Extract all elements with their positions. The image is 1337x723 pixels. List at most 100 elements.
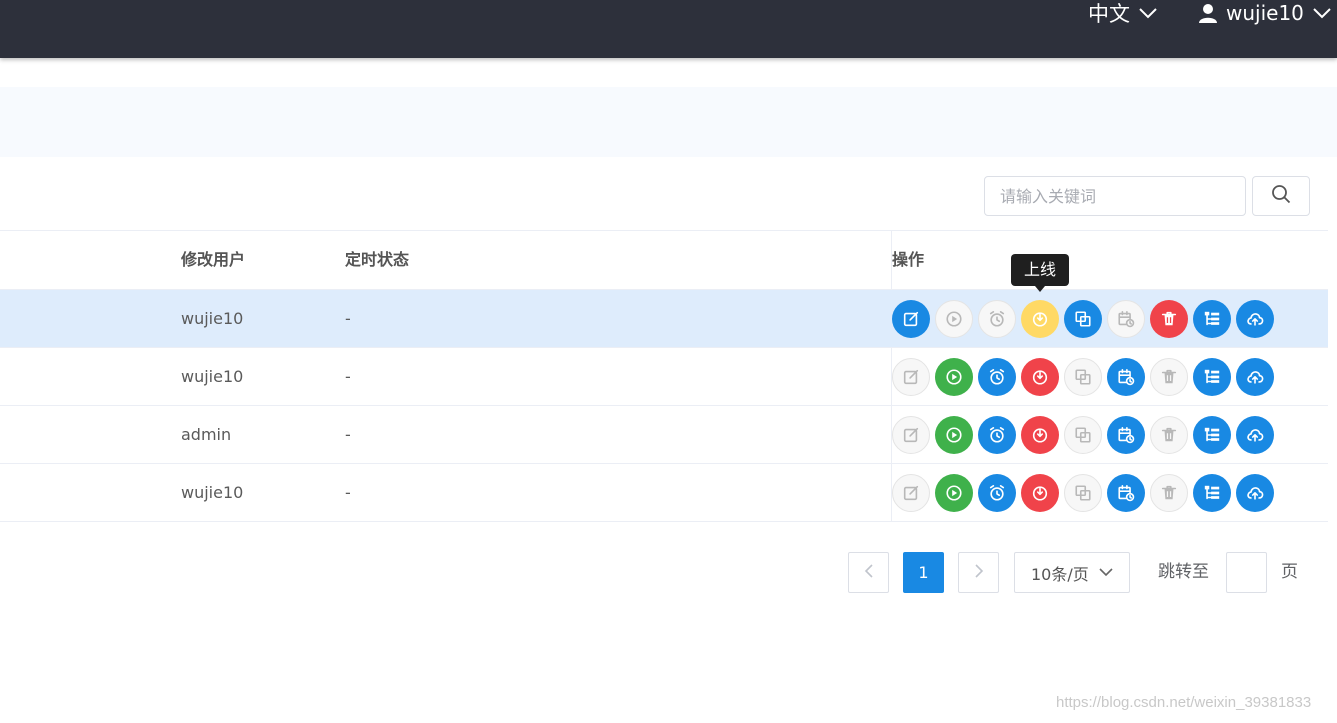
data-table: 修改用户 定时状态 操作 wujie10- wujie10- admin - wujie…	[0, 230, 1328, 522]
play-button[interactable]	[935, 299, 973, 338]
column-header-schedule: 定时状态	[345, 250, 410, 269]
power-icon	[1031, 368, 1049, 386]
cloud-upload-button[interactable]	[1236, 473, 1274, 512]
alarm-button[interactable]	[978, 473, 1016, 512]
row-actions	[892, 464, 1279, 521]
alarm-button[interactable]	[978, 357, 1016, 396]
copy-icon	[1074, 368, 1092, 386]
tree-icon	[1203, 310, 1221, 328]
user-menu[interactable]: wujie10	[1198, 0, 1332, 26]
tree-button[interactable]	[1193, 415, 1231, 454]
cell-user: wujie10	[181, 309, 244, 328]
calendar-clock-icon	[1117, 484, 1135, 502]
search-input[interactable]	[984, 176, 1246, 216]
table-row[interactable]: wujie10 -	[0, 348, 1328, 406]
calendar-clock-button[interactable]	[1107, 415, 1145, 454]
play-button[interactable]	[935, 357, 973, 396]
calendar-clock-button[interactable]	[1107, 357, 1145, 396]
cell-schedule: -	[345, 425, 351, 444]
row-actions	[892, 290, 1279, 347]
top-header: 中文 wujie10	[0, 0, 1337, 58]
tree-icon	[1203, 426, 1221, 444]
cell-schedule: -	[345, 367, 351, 386]
copy-button[interactable]	[1064, 357, 1102, 396]
username-label: wujie10	[1226, 1, 1304, 25]
edit-button[interactable]	[892, 415, 930, 454]
trash-button[interactable]	[1150, 299, 1188, 338]
chevron-right-icon	[974, 563, 984, 583]
edit-button[interactable]	[892, 357, 930, 396]
cell-user: wujie10	[181, 367, 244, 386]
search-icon	[1271, 184, 1291, 208]
power-icon	[1031, 310, 1049, 328]
chevron-left-icon	[864, 563, 874, 583]
power-button[interactable]	[1021, 357, 1059, 396]
table-body: wujie10 - wujie10 - admin - wujie10 -	[0, 290, 1328, 522]
page-size-label: 10条/页	[1031, 564, 1089, 584]
chevron-down-icon	[1138, 7, 1158, 19]
play-icon	[945, 310, 963, 328]
jump-page-input[interactable]	[1226, 552, 1267, 593]
edit-icon	[902, 310, 920, 328]
page-size-select[interactable]: 10条/页	[1014, 552, 1130, 593]
trash-button[interactable]	[1150, 357, 1188, 396]
tree-button[interactable]	[1193, 473, 1231, 512]
trash-icon	[1160, 426, 1178, 444]
alarm-button[interactable]	[978, 299, 1016, 338]
column-header-user: 修改用户	[181, 250, 246, 269]
trash-icon	[1160, 310, 1178, 328]
table-row[interactable]: wujie10 -	[0, 290, 1328, 348]
cloud-upload-icon	[1246, 310, 1264, 328]
table-row[interactable]: admin -	[0, 406, 1328, 464]
play-icon	[945, 426, 963, 444]
jump-label: 跳转至	[1158, 562, 1209, 582]
chevron-down-icon	[1099, 568, 1113, 577]
calendar-clock-button[interactable]	[1107, 299, 1145, 338]
play-icon	[945, 484, 963, 502]
chevron-down-icon	[1312, 7, 1332, 19]
alarm-icon	[988, 426, 1006, 444]
copy-button[interactable]	[1064, 473, 1102, 512]
play-button[interactable]	[935, 415, 973, 454]
tree-icon	[1203, 368, 1221, 386]
cloud-upload-icon	[1246, 426, 1264, 444]
cloud-upload-button[interactable]	[1236, 299, 1274, 338]
power-button[interactable]	[1021, 299, 1059, 338]
row-actions	[892, 348, 1279, 405]
next-page-button[interactable]	[958, 552, 999, 593]
alarm-icon	[988, 484, 1006, 502]
cell-schedule: -	[345, 309, 351, 328]
alarm-icon	[988, 310, 1006, 328]
calendar-clock-icon	[1117, 426, 1135, 444]
trash-icon	[1160, 368, 1178, 386]
copy-button[interactable]	[1064, 299, 1102, 338]
search-button[interactable]	[1252, 176, 1310, 216]
calendar-clock-button[interactable]	[1107, 473, 1145, 512]
row-actions	[892, 406, 1279, 463]
trash-button[interactable]	[1150, 473, 1188, 512]
play-button[interactable]	[935, 473, 973, 512]
tree-icon	[1203, 484, 1221, 502]
tooltip: 上线	[1011, 254, 1069, 292]
trash-button[interactable]	[1150, 415, 1188, 454]
tree-button[interactable]	[1193, 357, 1231, 396]
alarm-icon	[988, 368, 1006, 386]
cloud-upload-button[interactable]	[1236, 357, 1274, 396]
page-number-current[interactable]: 1	[903, 552, 944, 593]
language-selector[interactable]: 中文	[1088, 0, 1158, 26]
cell-user: admin	[181, 425, 232, 444]
cloud-upload-icon	[1246, 368, 1264, 386]
table-header: 修改用户 定时状态 操作	[0, 230, 1328, 290]
power-button[interactable]	[1021, 473, 1059, 512]
prev-page-button[interactable]	[848, 552, 889, 593]
edit-button[interactable]	[892, 473, 930, 512]
table-row[interactable]: wujie10 -	[0, 464, 1328, 522]
alarm-button[interactable]	[978, 415, 1016, 454]
cloud-upload-button[interactable]	[1236, 415, 1274, 454]
edit-button[interactable]	[892, 299, 930, 338]
copy-button[interactable]	[1064, 415, 1102, 454]
filter-band	[0, 87, 1337, 157]
tree-button[interactable]	[1193, 299, 1231, 338]
power-button[interactable]	[1021, 415, 1059, 454]
edit-icon	[902, 426, 920, 444]
